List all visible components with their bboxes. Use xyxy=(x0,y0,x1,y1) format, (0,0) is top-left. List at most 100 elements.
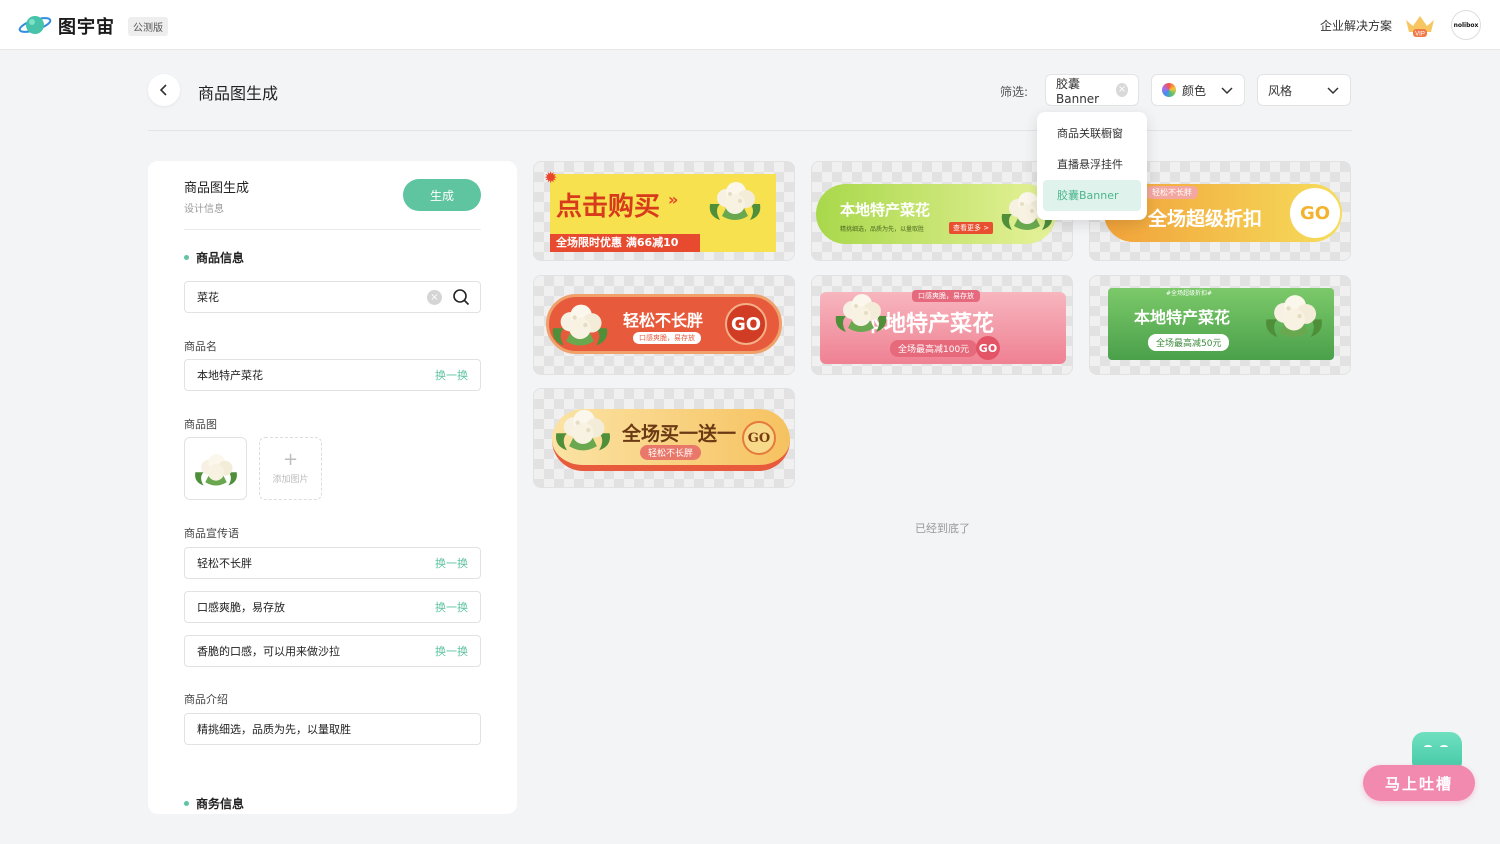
product-image-label: 商品图 xyxy=(184,418,217,431)
top-navbar: 图宇宙 公测版 企业解决方案 VIP nolibox xyxy=(0,0,1500,50)
product-intro-field[interactable]: 精挑细选，品质为先，以量取胜 xyxy=(184,713,481,745)
banner-card[interactable]: 点击购买 » 全场限时优惠 满66减10 ✹ xyxy=(533,161,795,261)
banner-card[interactable]: 轻松不长胖 口感爽脆，易存放 GO xyxy=(533,275,795,375)
product-name-value: 本地特产菜花 xyxy=(197,369,263,382)
slogan-value: 轻松不长胖 xyxy=(197,557,252,570)
slogan-label: 商品宣传语 xyxy=(184,527,239,540)
banner-tag: #全场超级折扣# xyxy=(1166,290,1213,297)
search-icon[interactable] xyxy=(452,288,470,306)
swap-slogan-link[interactable]: 换一换 xyxy=(435,599,468,615)
design-info-panel: 商品图生成 设计信息 生成 商品信息 菜花 × 商品名 本地特产菜花 换一换 商… xyxy=(148,161,517,814)
go-button[interactable]: GO xyxy=(725,303,767,345)
slogan-value: 口感爽脆，易存放 xyxy=(197,601,285,614)
panel-divider xyxy=(184,229,481,230)
banner-subtitle: 精挑细选，品质为先，以量取胜 xyxy=(840,226,925,233)
go-button[interactable]: GO xyxy=(976,336,1000,360)
slogan-field-3[interactable]: 香脆的口感，可以用来做沙拉 换一换 xyxy=(184,635,481,667)
back-button[interactable] xyxy=(148,74,180,106)
planet-logo-icon[interactable] xyxy=(18,12,52,38)
user-avatar[interactable]: nolibox xyxy=(1451,10,1481,40)
product-name-field[interactable]: 本地特产菜花 换一换 xyxy=(184,359,481,391)
page-title: 商品图生成 xyxy=(198,84,279,103)
swap-slogan-link[interactable]: 换一换 xyxy=(435,643,468,659)
banner-title: 轻松不长胖 xyxy=(623,311,704,330)
banner-subtitle: 全场最高减50元 xyxy=(1148,334,1230,351)
filter-label: 筛选: xyxy=(1000,85,1029,99)
go-button[interactable]: GO xyxy=(742,421,776,455)
section-dot xyxy=(184,801,189,806)
banner-subtitle: 全场最高减100元 xyxy=(890,340,978,357)
vip-crown-icon[interactable]: VIP xyxy=(1403,12,1437,38)
vip-label: VIP xyxy=(1415,32,1425,38)
banner-title: 全场超级折扣 xyxy=(1148,208,1263,230)
intro-value: 精挑细选，品质为先，以量取胜 xyxy=(197,723,351,736)
chevron-down-icon xyxy=(1327,87,1339,95)
section-business-label: 商务信息 xyxy=(196,797,245,811)
dropdown-option-capsule-banner[interactable]: 胶囊Banner xyxy=(1043,180,1141,211)
section-business-info: 商务信息 xyxy=(184,795,244,812)
intro-label: 商品介绍 xyxy=(184,693,228,706)
section-dot xyxy=(184,255,189,260)
cauliflower-image xyxy=(709,182,761,220)
cauliflower-image xyxy=(835,294,887,332)
app-name[interactable]: 图宇宙 xyxy=(58,13,115,39)
end-of-list-note: 已经到底了 xyxy=(915,522,970,535)
type-filter-value: 胶囊Banner xyxy=(1056,76,1100,106)
chevron-left-icon xyxy=(159,84,167,96)
banner-card[interactable]: 口感爽脆，易存放 本地特产菜花 全场最高减100元 GO xyxy=(811,275,1073,375)
go-button[interactable]: GO xyxy=(1290,188,1340,238)
style-filter-select[interactable]: 风格 xyxy=(1257,74,1351,106)
header-divider xyxy=(148,130,1352,131)
banner-title: 本地特产菜花 xyxy=(1134,308,1231,327)
banner-card[interactable]: 全场买一送一 轻松不长胖 GO xyxy=(533,388,795,488)
cauliflower-image xyxy=(552,304,608,346)
mascot-eye xyxy=(1424,745,1432,749)
mascot-eye xyxy=(1440,745,1448,749)
clear-search-icon[interactable]: × xyxy=(427,289,442,305)
slogan-field-2[interactable]: 口感爽脆，易存放 换一换 xyxy=(184,591,481,623)
product-name-label: 商品名 xyxy=(184,340,217,353)
banner-card[interactable]: 本地特产菜花 精挑细选，品质为先，以量取胜 查看更多 > xyxy=(811,161,1073,261)
banner-subtitle: 轻松不长胖 xyxy=(640,445,702,460)
add-image-label: 添加图片 xyxy=(272,475,309,485)
banner-subtitle: 全场限时优惠 满66减10 xyxy=(556,236,679,249)
panel-subtitle: 设计信息 xyxy=(184,204,224,215)
feedback-button[interactable]: 马上吐槽 xyxy=(1363,765,1475,801)
add-image-button[interactable]: + 添加图片 xyxy=(259,437,322,500)
color-filter-select[interactable]: 颜色 xyxy=(1151,74,1245,106)
type-filter-dropdown: 商品关联橱窗 直播悬浮挂件 胶囊Banner xyxy=(1037,112,1147,220)
chevron-down-icon xyxy=(1221,87,1233,95)
section-product-info: 商品信息 xyxy=(184,249,244,266)
slogan-value: 香脆的口感，可以用来做沙拉 xyxy=(197,645,340,658)
view-more-button[interactable]: 查看更多 > xyxy=(949,222,994,234)
cauliflower-image xyxy=(555,409,611,451)
generate-button[interactable]: 生成 xyxy=(403,179,481,211)
swap-name-link[interactable]: 换一换 xyxy=(435,367,468,383)
dropdown-option-product-window[interactable]: 商品关联橱窗 xyxy=(1043,118,1141,149)
style-filter-value: 风格 xyxy=(1268,83,1293,98)
banner-tag: 口感爽脆，易存放 xyxy=(912,290,980,302)
banner-tag: 轻松不长胖 xyxy=(1146,186,1198,199)
arrow-icon: » xyxy=(668,190,679,209)
product-image-thumbnail[interactable] xyxy=(184,437,247,500)
cauliflower-image xyxy=(1266,295,1322,338)
panel-title: 商品图生成 xyxy=(184,181,250,196)
plus-icon: + xyxy=(282,449,299,470)
slogan-field-1[interactable]: 轻松不长胖 换一换 xyxy=(184,547,481,579)
banner-card[interactable]: #全场超级折扣# 本地特产菜花 全场最高减50元 xyxy=(1089,275,1351,375)
cauliflower-image xyxy=(194,453,237,486)
banner-title: 全场买一送一 xyxy=(622,423,737,445)
enterprise-solutions-link[interactable]: 企业解决方案 xyxy=(1320,17,1392,34)
product-search-input[interactable]: 菜花 × xyxy=(184,281,481,313)
dropdown-option-live-widget[interactable]: 直播悬浮挂件 xyxy=(1043,149,1141,180)
color-filter-value: 颜色 xyxy=(1182,83,1207,98)
section-product-label: 商品信息 xyxy=(196,251,245,265)
swap-slogan-link[interactable]: 换一换 xyxy=(435,555,468,571)
color-wheel-icon xyxy=(1162,83,1176,97)
burst-icon: ✹ xyxy=(544,168,558,187)
clear-filter-icon[interactable]: × xyxy=(1116,83,1128,97)
type-filter-select[interactable]: 胶囊Banner × xyxy=(1045,74,1139,106)
banner-subtitle: 口感爽脆，易存放 xyxy=(633,332,701,344)
search-value: 菜花 xyxy=(197,291,219,304)
banner-title: 点击购买 xyxy=(556,192,661,222)
